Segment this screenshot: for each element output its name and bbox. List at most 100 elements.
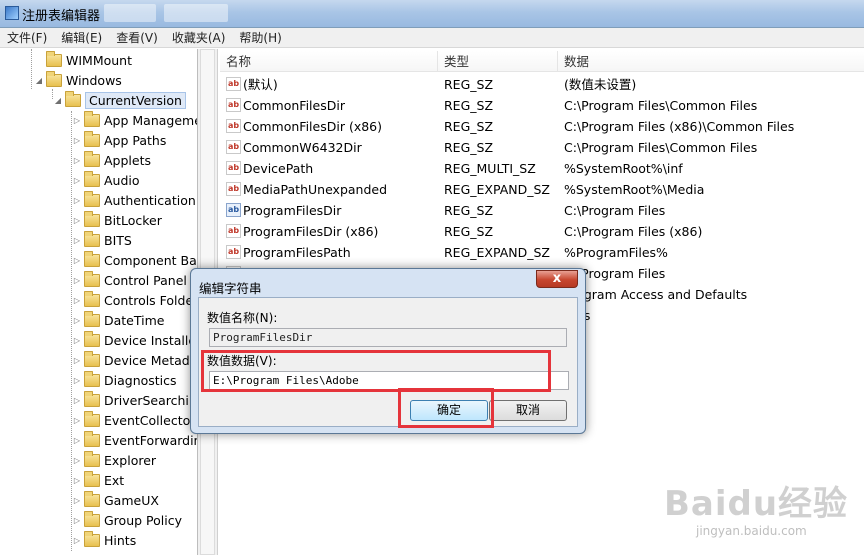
folder-icon <box>84 390 100 407</box>
menu-help[interactable]: 帮助(H) <box>232 29 288 46</box>
tree-item[interactable]: ▷ App Manageme <box>72 110 197 130</box>
table-row[interactable]: ab (默认) REG_SZ (数值未设置) <box>220 74 864 95</box>
table-row[interactable]: ab CommonFilesDir (x86) REG_SZ C:\Program F… <box>220 116 864 137</box>
folder-icon <box>84 450 100 467</box>
tree-item[interactable]: ▷ Device Installe <box>72 330 196 350</box>
cell-data: %SystemRoot%\Media <box>564 182 705 197</box>
tree-item[interactable]: ▷ Explorer <box>72 450 156 470</box>
selected-value-icon: ab <box>226 203 241 217</box>
tree-item[interactable]: ▷ EventForwardin <box>72 430 197 450</box>
tree-item[interactable]: ▷ DateTime <box>72 310 164 330</box>
collapsed-arrow-icon[interactable]: ▷ <box>72 196 82 205</box>
collapsed-arrow-icon[interactable]: ▷ <box>72 376 82 385</box>
tree-item[interactable]: ▷ Group Policy <box>72 510 182 530</box>
collapsed-arrow-icon[interactable]: ▷ <box>72 116 82 125</box>
tree-item-label: EventCollector <box>104 412 196 428</box>
collapsed-arrow-icon[interactable]: ▷ <box>72 496 82 505</box>
table-row[interactable]: ab ProgramFilesPath REG_EXPAND_SZ %ProgramF… <box>220 242 864 263</box>
tree-item-label: Controls Folde <box>104 292 194 308</box>
collapsed-arrow-icon[interactable]: ▷ <box>72 536 82 545</box>
cancel-button[interactable]: 取消 <box>489 400 567 421</box>
collapsed-arrow-icon[interactable]: ▷ <box>72 216 82 225</box>
collapsed-arrow-icon[interactable]: ▷ <box>72 176 82 185</box>
tree-item[interactable]: ▷ BITS <box>72 230 132 250</box>
menu-favorites[interactable]: 收藏夹(A) <box>165 29 233 46</box>
table-row[interactable]: ab CommonW6432Dir REG_SZ C:\Program Files\C… <box>220 137 864 158</box>
tree-item-label: BITS <box>104 232 132 248</box>
cell-name: CommonFilesDir <box>243 98 345 113</box>
tree-item[interactable]: ▷ App Paths <box>72 130 166 150</box>
collapsed-arrow-icon[interactable]: ▷ <box>72 256 82 265</box>
tree-item[interactable]: ▷ Audio <box>72 170 140 190</box>
tree-item-label: Hints <box>104 532 137 548</box>
expanded-arrow-icon[interactable]: ◢ <box>53 96 63 105</box>
collapsed-arrow-icon[interactable]: ▷ <box>72 316 82 325</box>
cell-type: REG_EXPAND_SZ <box>444 182 550 197</box>
tree-item-label: Authentication <box>104 192 196 208</box>
folder-open-icon <box>65 90 81 107</box>
value-data-input[interactable]: E:\Program Files\Adobe <box>209 371 569 390</box>
cell-name: CommonW6432Dir <box>243 140 362 155</box>
tree-item[interactable]: ▷ Authentication <box>72 190 196 210</box>
column-header-data[interactable]: 数据 <box>558 51 864 72</box>
tree-item[interactable]: ▷ Controls Folde <box>72 290 193 310</box>
string-value-icon: ab <box>226 140 241 154</box>
tree-item-windows[interactable]: ◢ Windows <box>34 70 122 90</box>
tree-item[interactable]: ▷ Device Metada <box>72 350 197 370</box>
tree-item[interactable]: ▷ Control Panel <box>72 270 187 290</box>
folder-icon <box>84 150 100 167</box>
collapsed-arrow-icon[interactable]: ▷ <box>72 516 82 525</box>
tree-item[interactable]: ▷ EventCollector <box>72 410 195 430</box>
column-header-name[interactable]: 名称 <box>220 51 438 72</box>
column-header-type[interactable]: 类型 <box>438 51 558 72</box>
table-row[interactable]: ab ProgramFilesDir REG_SZ C:\Program Files <box>220 200 864 221</box>
ok-button[interactable]: 确定 <box>410 400 488 421</box>
collapsed-arrow-icon[interactable]: ▷ <box>72 396 82 405</box>
cell-data: C:\Program Files\Common Files <box>564 140 758 155</box>
watermark-brand: Baidu经验 <box>664 484 849 524</box>
baidu-watermark: Baidu经验 jingyan.baidu.com <box>664 476 854 554</box>
tree-item[interactable]: ▷ Ext <box>72 470 124 490</box>
folder-icon <box>84 530 100 547</box>
tree-item[interactable]: ▷ Hints <box>72 530 136 550</box>
menu-view[interactable]: 查看(V) <box>109 29 165 46</box>
menu-file[interactable]: 文件(F) <box>0 29 54 46</box>
folder-open-icon <box>46 70 62 87</box>
collapsed-arrow-icon[interactable]: ▷ <box>72 296 82 305</box>
tree-item-wimmount[interactable]: WIMMount <box>46 50 132 70</box>
table-row[interactable]: ab ProgramFilesDir (x86) REG_SZ C:\Program … <box>220 221 864 242</box>
table-row[interactable]: ab DevicePath REG_MULTI_SZ %SystemRoot%\inf <box>220 158 864 179</box>
table-row[interactable]: ab CommonFilesDir REG_SZ C:\Program Files\C… <box>220 95 864 116</box>
expanded-arrow-icon[interactable]: ◢ <box>34 76 44 85</box>
collapsed-arrow-icon[interactable]: ▷ <box>72 436 82 445</box>
menu-edit[interactable]: 编辑(E) <box>54 29 109 46</box>
tree-item[interactable]: ▷ BitLocker <box>72 210 162 230</box>
collapsed-arrow-icon[interactable]: ▷ <box>72 456 82 465</box>
collapsed-arrow-icon[interactable]: ▷ <box>72 156 82 165</box>
tree-item-currentversion[interactable]: ◢ CurrentVersion <box>53 90 186 110</box>
tree-item[interactable]: ▷ Applets <box>72 150 151 170</box>
collapsed-arrow-icon[interactable]: ▷ <box>72 416 82 425</box>
collapsed-arrow-icon[interactable]: ▷ <box>72 476 82 485</box>
close-icon[interactable]: x <box>536 270 578 288</box>
blurred-area <box>164 4 228 22</box>
collapsed-arrow-icon[interactable]: ▷ <box>72 276 82 285</box>
cell-data: (数值未设置) <box>564 77 637 92</box>
folder-icon <box>84 110 100 127</box>
registry-tree[interactable]: WIMMount ◢ Windows ◢ CurrentVersion ▷ App… <box>0 49 198 555</box>
tree-item-label: WIMMount <box>66 52 133 68</box>
collapsed-arrow-icon[interactable]: ▷ <box>72 336 82 345</box>
tree-item[interactable]: ▷ Component Bas <box>72 250 197 270</box>
collapsed-arrow-icon[interactable]: ▷ <box>72 136 82 145</box>
table-row[interactable]: ab MediaPathUnexpanded REG_EXPAND_SZ %Syste… <box>220 179 864 200</box>
collapsed-arrow-icon[interactable]: ▷ <box>72 236 82 245</box>
cell-data: Program Access and Defaults <box>564 287 748 302</box>
cell-type: REG_EXPAND_SZ <box>444 245 550 260</box>
tree-item[interactable]: ▷ GameUX <box>72 490 159 510</box>
cell-name: DevicePath <box>243 161 314 176</box>
tree-item[interactable]: ▷ Diagnostics <box>72 370 177 390</box>
folder-icon <box>84 250 100 267</box>
collapsed-arrow-icon[interactable]: ▷ <box>72 356 82 365</box>
string-value-icon: ab <box>226 98 241 112</box>
tree-item[interactable]: ▷ DriverSearchin <box>72 390 197 410</box>
